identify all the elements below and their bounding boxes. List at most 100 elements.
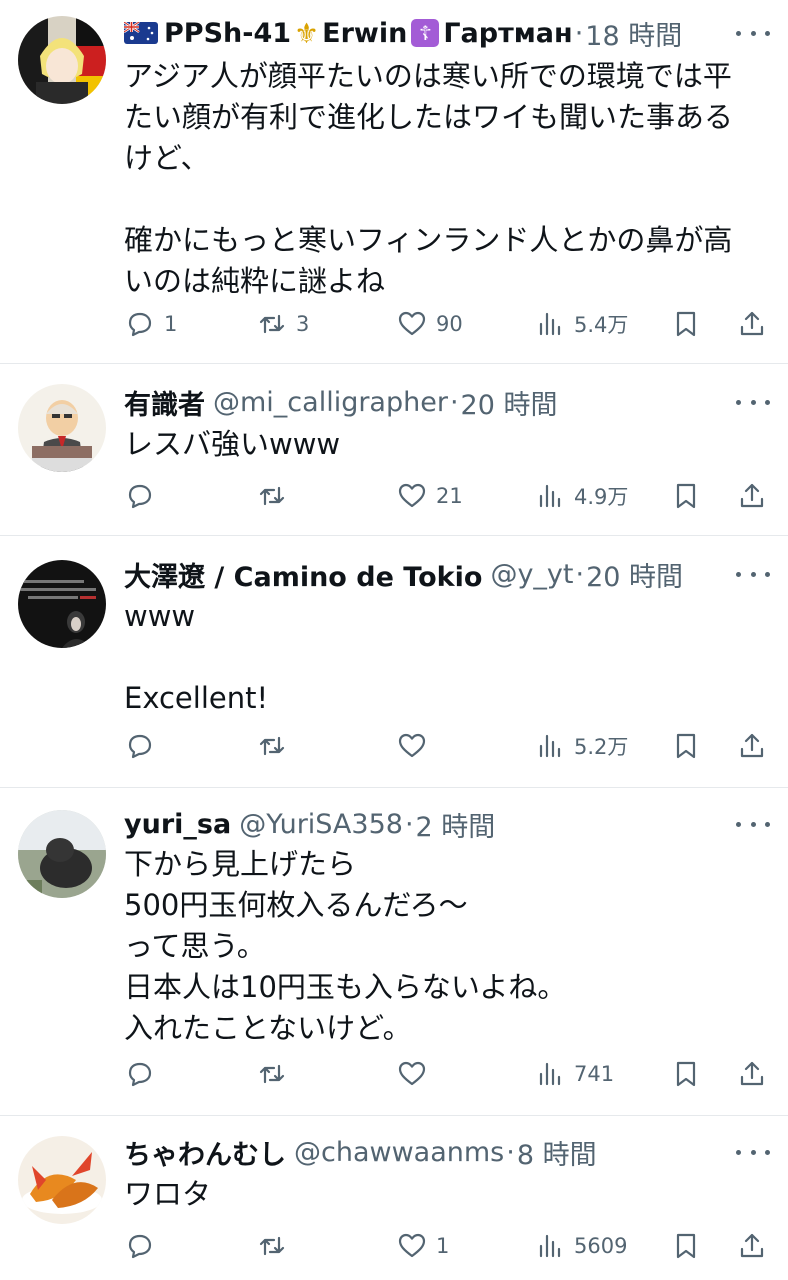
retweet-button[interactable] (256, 1054, 296, 1094)
share-button[interactable] (736, 304, 768, 344)
reply-icon (128, 312, 152, 337)
more-options-icon[interactable] (736, 23, 770, 43)
bookmark-button[interactable] (670, 1054, 702, 1094)
views-button[interactable]: 5.4万 (534, 304, 628, 344)
timestamp[interactable]: 18 時間 (585, 14, 682, 53)
like-button[interactable]: 1 (396, 1226, 449, 1266)
bookmark-button[interactable] (670, 726, 702, 766)
like-button[interactable]: 21 (396, 476, 463, 516)
tweet-text: www Excellent! (124, 599, 269, 715)
display-name[interactable]: 大澤遼 / Camino de Tokio (124, 555, 482, 594)
like-button[interactable]: 90 (396, 304, 463, 344)
bookmark-button[interactable] (670, 304, 702, 344)
more-options-icon[interactable] (736, 392, 770, 412)
views-button[interactable]: 5.2万 (534, 726, 628, 766)
timestamp[interactable]: 20 時間 (461, 383, 558, 422)
reply-button[interactable]: 1 (124, 304, 177, 344)
action-bar: 21 4.9万 (124, 476, 772, 516)
avatar[interactable] (18, 1136, 106, 1224)
user-handle[interactable]: @YuriSA358 (239, 809, 403, 840)
separator-dot: · (506, 1136, 515, 1168)
reply-button[interactable] (124, 1054, 164, 1094)
heart-icon (398, 483, 426, 508)
view-count: 741 (574, 1062, 615, 1086)
timestamp[interactable]: 20 時間 (586, 555, 683, 594)
retweet-button[interactable] (256, 1226, 296, 1266)
bookmark-button[interactable] (670, 476, 702, 516)
heart-icon (398, 1061, 426, 1086)
more-options-icon[interactable] (736, 814, 770, 834)
user-handle[interactable]: @mi_calligrapher (213, 387, 448, 418)
bookmark-icon (676, 483, 696, 509)
tweet[interactable]: PPSh-41 ⚜ Erwin ☦ Гартман · 18 時間 アジア人が顔… (0, 0, 788, 364)
avatar[interactable] (18, 810, 106, 898)
reply-button[interactable] (124, 476, 164, 516)
retweet-button[interactable] (256, 726, 296, 766)
australia-flag-icon (124, 22, 158, 44)
heart-icon (398, 1233, 426, 1258)
retweet-icon (259, 1236, 285, 1256)
view-count: 5609 (574, 1234, 628, 1258)
avatar[interactable] (18, 384, 106, 472)
user-handle[interactable]: @chawwaanms (294, 1137, 504, 1168)
action-bar: 1 3 90 5.4万 (124, 304, 772, 344)
share-button[interactable] (736, 476, 768, 516)
like-button[interactable] (396, 1054, 436, 1094)
display-name-part[interactable]: Erwin (322, 18, 407, 49)
bookmark-icon (676, 311, 696, 337)
tweet-header: ちゃわんむし @chawwaanms · 8 時間 (124, 1132, 728, 1172)
retweet-icon (259, 736, 285, 756)
like-count: 1 (436, 1234, 450, 1258)
retweet-icon (259, 486, 285, 506)
display-name[interactable]: 有識者 (124, 383, 205, 422)
display-name[interactable]: yuri_sa (124, 809, 231, 840)
heart-icon (398, 311, 426, 336)
reply-icon (128, 484, 152, 509)
separator-dot: · (404, 808, 414, 840)
display-name-part[interactable]: Гартман (443, 18, 572, 49)
view-count: 5.2万 (574, 735, 629, 759)
timestamp[interactable]: 2 時間 (416, 805, 496, 844)
views-button[interactable]: 5609 (534, 1226, 627, 1266)
display-name[interactable]: ちゃわんむし (124, 1133, 286, 1172)
action-bar: 5.2万 (124, 726, 772, 766)
share-icon (740, 733, 764, 758)
tweet[interactable]: ちゃわんむし @chawwaanms · 8 時間 ワロタ 1 5609 (0, 1116, 788, 1280)
like-button[interactable] (396, 726, 436, 766)
tweet[interactable]: yuri_sa @YuriSA358 · 2 時間 下から見上げたら 500円玉… (0, 788, 788, 1116)
avatar[interactable] (18, 560, 106, 648)
bookmark-button[interactable] (670, 1226, 702, 1266)
bookmark-icon (676, 1061, 696, 1087)
separator-dot: · (449, 386, 459, 418)
more-options-icon[interactable] (736, 564, 770, 584)
bookmark-icon (676, 1233, 696, 1259)
display-name[interactable]: PPSh-41 (164, 18, 291, 49)
share-button[interactable] (736, 1054, 768, 1094)
orthodox-cross-icon: ☦ (411, 19, 440, 47)
tweet-header: 有識者 @mi_calligrapher · 20 時間 (124, 382, 728, 422)
user-handle[interactable]: @y_yt (490, 559, 573, 590)
reply-icon (128, 734, 152, 759)
retweet-button[interactable]: 3 (256, 304, 309, 344)
action-bar: 741 (124, 1054, 772, 1094)
reply-count: 1 (164, 312, 178, 336)
views-button[interactable]: 741 (534, 1054, 614, 1094)
avatar[interactable] (18, 16, 106, 104)
retweet-icon (259, 1064, 285, 1084)
tweet-text: アジア人が顔平たいのは寒い所での環境では平たい顔が有利で進化したはワイも聞いた事… (124, 59, 734, 298)
tweet[interactable]: 有識者 @mi_calligrapher · 20 時間 レスバ強いwww 21… (0, 364, 788, 536)
like-count: 90 (436, 312, 463, 336)
action-bar: 1 5609 (124, 1226, 772, 1266)
share-button[interactable] (736, 726, 768, 766)
views-chart-icon (539, 734, 561, 758)
reply-button[interactable] (124, 726, 164, 766)
share-button[interactable] (736, 1226, 768, 1266)
share-icon (740, 483, 764, 508)
more-options-icon[interactable] (736, 1142, 770, 1162)
views-chart-icon (539, 1062, 561, 1086)
views-button[interactable]: 4.9万 (534, 476, 628, 516)
retweet-button[interactable] (256, 476, 296, 516)
tweet[interactable]: 大澤遼 / Camino de Tokio @y_yt · 20 時間 www … (0, 536, 788, 788)
reply-button[interactable] (124, 1226, 164, 1266)
timestamp[interactable]: 8 時間 (517, 1133, 597, 1172)
